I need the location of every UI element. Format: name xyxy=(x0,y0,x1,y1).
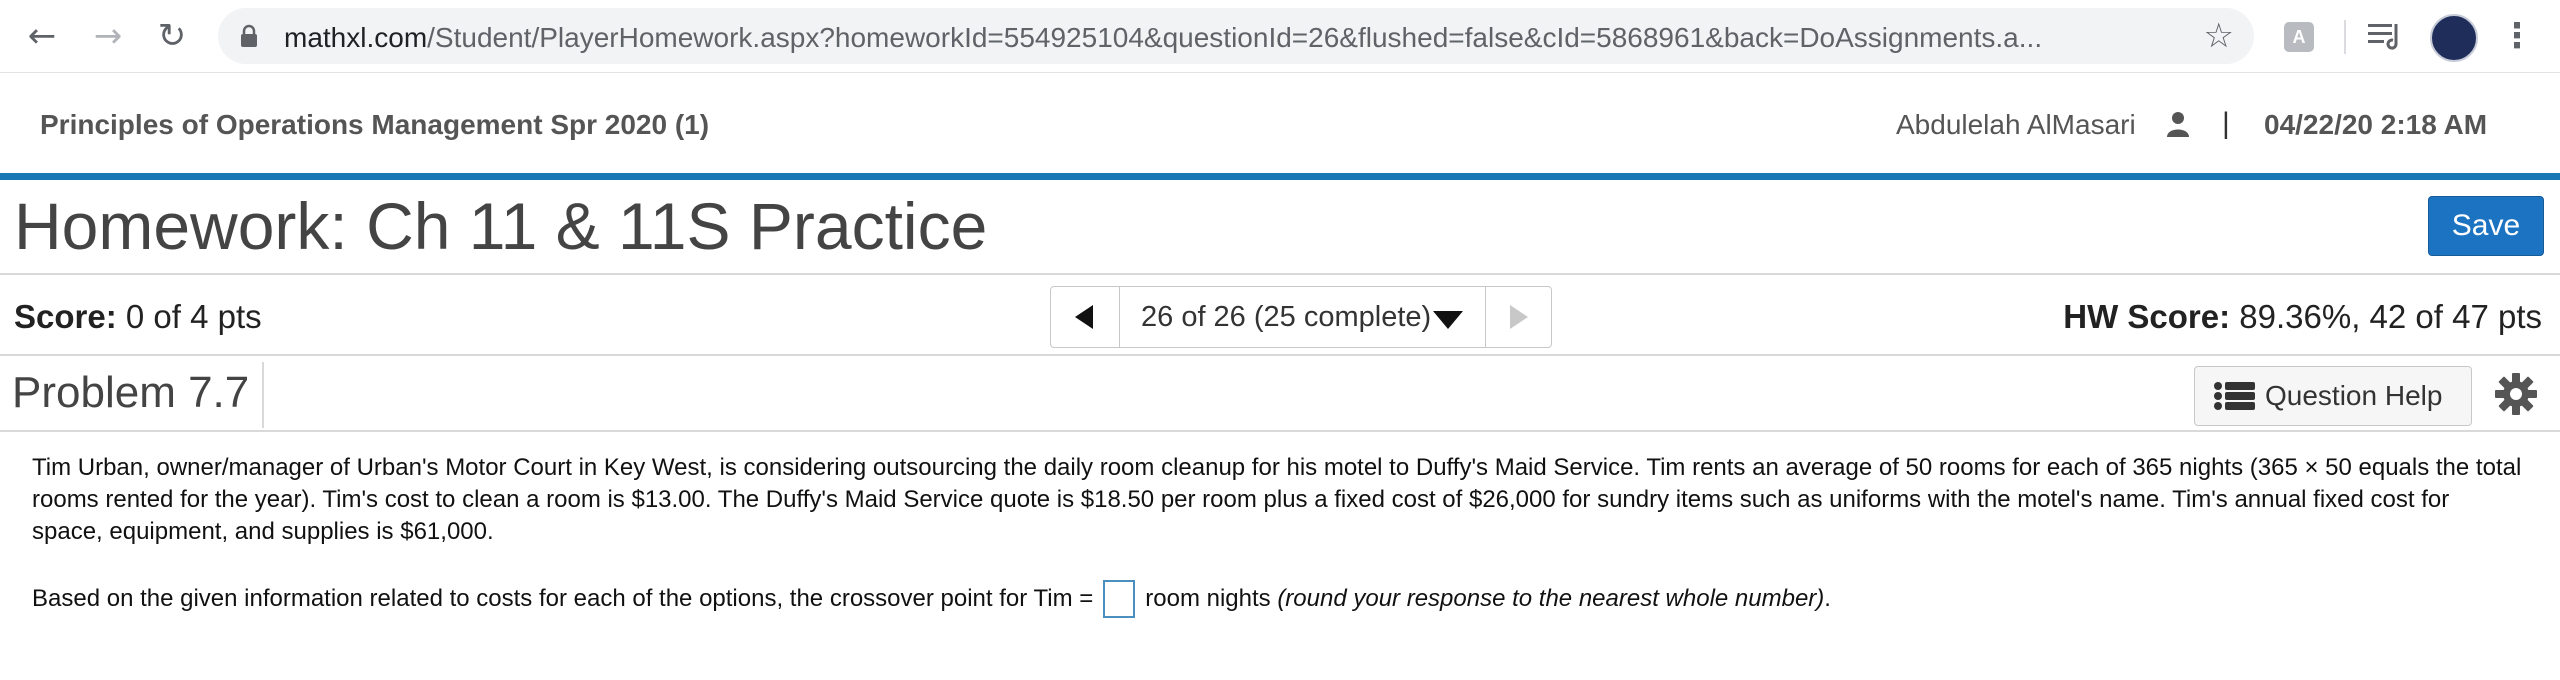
next-question-button[interactable] xyxy=(1485,287,1552,347)
answer-input[interactable] xyxy=(1103,580,1136,618)
course-header: Principles of Operations Management Spr … xyxy=(0,73,2560,173)
save-button[interactable]: Save xyxy=(2428,196,2544,256)
prompt-end: . xyxy=(1824,585,1831,612)
user-name[interactable]: Abdulelah AlMasari xyxy=(1896,109,2136,141)
media-queue-icon[interactable] xyxy=(2366,18,2406,54)
question-selector[interactable]: 26 of 26 (25 complete) xyxy=(1141,301,1431,334)
score-label: Score: xyxy=(14,298,117,335)
problem-title-separator xyxy=(262,362,264,428)
header-datetime: 04/22/20 2:18 AM xyxy=(2264,109,2488,140)
reload-icon[interactable]: ↻ xyxy=(152,16,192,56)
question-pager: 26 of 26 (25 complete) xyxy=(1050,286,1552,348)
prompt-text-before: Based on the given information related t… xyxy=(32,585,1094,612)
gear-icon[interactable] xyxy=(2494,372,2538,416)
question-help-button[interactable]: Question Help xyxy=(2194,366,2472,426)
problem-title: Problem 7.7 xyxy=(12,368,250,417)
next-arrow-icon xyxy=(1510,305,1528,329)
hw-score: HW Score: 89.36%, 42 of 47 pts xyxy=(2063,298,2542,336)
url-path: /Student/PlayerHomework.aspx?homeworkId=… xyxy=(427,22,2043,53)
address-bar[interactable]: mathxl.com/Student/PlayerHomework.aspx?h… xyxy=(218,8,2254,64)
divider xyxy=(0,273,2560,275)
divider xyxy=(0,354,2560,356)
hw-score-value: 89.36%, 42 of 47 pts xyxy=(2239,298,2542,335)
previous-arrow-icon xyxy=(1075,305,1093,329)
header-accent-rule xyxy=(0,173,2560,180)
question-text: Tim Urban, owner/manager of Urban's Moto… xyxy=(32,454,2522,545)
prompt-text-after: room nights xyxy=(1145,585,1271,612)
back-arrow-icon[interactable]: ← xyxy=(22,16,62,56)
homework-title: Homework: Ch 11 & 11S Practice xyxy=(14,189,988,263)
user-icon xyxy=(2167,112,2189,137)
question-help-label: Question Help xyxy=(2265,380,2443,411)
prompt-rounding-note: (round your response to the nearest whol… xyxy=(1277,585,1825,612)
previous-question-button[interactable] xyxy=(1051,287,1120,347)
browser-toolbar: ← → ↻ mathxl.com/Student/PlayerHomework.… xyxy=(0,0,2560,73)
dropdown-caret-icon[interactable] xyxy=(1433,311,1463,329)
hw-score-label: HW Score: xyxy=(2063,298,2231,335)
profile-avatar[interactable] xyxy=(2430,14,2478,62)
more-menu-icon[interactable]: ⋮ xyxy=(2500,16,2534,56)
toolbar-divider xyxy=(2344,20,2346,54)
course-title: Principles of Operations Management Spr … xyxy=(40,109,710,140)
lock-icon xyxy=(241,24,257,47)
score: Score: 0 of 4 pts xyxy=(14,298,262,336)
url-text[interactable]: mathxl.com/Student/PlayerHomework.aspx?h… xyxy=(284,22,2164,54)
question-prompt: Based on the given information related t… xyxy=(32,580,1831,618)
header-separator: | xyxy=(2222,107,2230,140)
url-host: mathxl.com xyxy=(284,22,428,53)
forward-arrow-icon[interactable]: → xyxy=(88,16,128,56)
list-icon xyxy=(2214,382,2255,410)
divider xyxy=(0,430,2560,432)
bookmark-star-icon[interactable]: ☆ xyxy=(2204,16,2234,56)
extension-icon[interactable]: A xyxy=(2284,22,2314,52)
score-value: 0 of 4 pts xyxy=(125,298,262,335)
